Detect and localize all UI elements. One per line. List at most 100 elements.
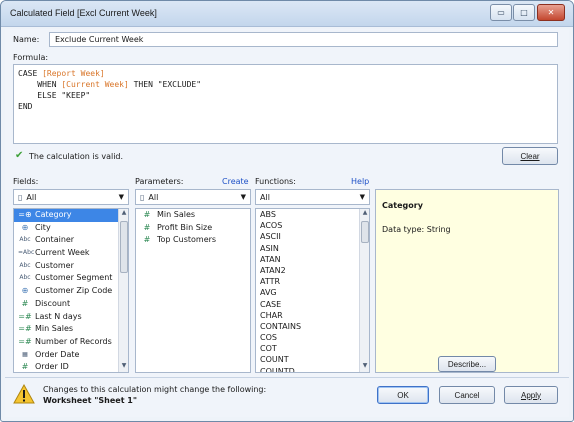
dimension-icon: Abc	[19, 236, 31, 244]
field-item[interactable]: # Discount	[14, 298, 128, 311]
function-item[interactable]: CASE	[256, 299, 369, 310]
fields-scroll-thumb[interactable]	[120, 221, 128, 273]
geo-icon: ⊕	[21, 286, 29, 296]
function-item[interactable]: COT	[256, 343, 369, 354]
functions-filter-select[interactable]: All ▼	[255, 189, 370, 205]
measure-icon: #	[143, 235, 151, 245]
functions-label: Functions:	[255, 177, 296, 186]
title-bar[interactable]: Calculated Field [Excl Current Week] ▭ □…	[1, 1, 573, 27]
formula-line: ELSE "KEEP"	[18, 90, 553, 101]
field-item[interactable]: =# Number of Records	[14, 336, 128, 349]
info-title: Category	[382, 201, 423, 210]
parameters-list[interactable]: # Min Sales # Profit Bin Size # Top Customers	[135, 208, 251, 373]
field-item[interactable]: ⊕ Customer Zip Code	[14, 285, 128, 298]
field-item-label: Category	[35, 210, 72, 219]
cancel-button-label: Cancel	[454, 390, 480, 400]
function-item[interactable]: ATAN2	[256, 265, 369, 276]
field-item[interactable]: # Order ID	[14, 361, 128, 372]
function-item[interactable]: AVG	[256, 287, 369, 298]
formula-field-reference: [Current Week]	[61, 80, 129, 89]
function-item[interactable]: ATTR	[256, 276, 369, 287]
create-parameter-link[interactable]: Create	[222, 177, 249, 186]
functions-scroll-thumb[interactable]	[361, 221, 369, 243]
field-item[interactable]: ▦ Order Date	[14, 349, 128, 362]
help-link[interactable]: Help	[351, 177, 369, 186]
fields-scrollbar[interactable]: ▲ ▼	[118, 209, 128, 372]
function-item[interactable]: ATAN	[256, 254, 369, 265]
parameter-item[interactable]: # Top Customers	[136, 234, 250, 247]
dialog-body: Name: Exclude Current Week Formula: CASE…	[5, 29, 569, 417]
parameter-item[interactable]: # Min Sales	[136, 209, 250, 222]
calculated-field-dialog: Calculated Field [Excl Current Week] ▭ □…	[0, 0, 574, 422]
parameter-item[interactable]: # Profit Bin Size	[136, 222, 250, 235]
measure-icon: #	[21, 298, 29, 308]
ok-button-label: OK	[397, 390, 409, 400]
field-item-label: Order ID	[35, 362, 69, 372]
scroll-up-icon[interactable]: ▲	[360, 209, 369, 219]
formula-token: ELSE "KEEP"	[18, 91, 91, 100]
functions-filter-value: All	[260, 192, 270, 202]
field-item[interactable]: =Abc Current Week	[14, 247, 128, 260]
clear-button[interactable]: Clear	[502, 147, 558, 165]
field-item[interactable]: =# Last N days	[14, 311, 128, 324]
measure-icon: #	[143, 210, 151, 219]
affected-worksheet: Worksheet "Sheet 1"	[43, 396, 138, 405]
function-item[interactable]: ACOS	[256, 220, 369, 231]
field-item[interactable]: Abc Container	[14, 234, 128, 247]
field-item[interactable]: Abc Customer	[14, 260, 128, 273]
function-item[interactable]: ABS	[256, 209, 369, 220]
close-button[interactable]: ✕	[537, 4, 565, 21]
function-item[interactable]: ASIN	[256, 243, 369, 254]
parameters-filter-select[interactable]: ▯ All ▼	[135, 189, 251, 205]
field-item-label: Customer	[35, 260, 74, 270]
maximize-button[interactable]: □	[513, 4, 535, 21]
minimize-button[interactable]: ▭	[490, 4, 512, 21]
describe-button[interactable]: Describe...	[438, 356, 496, 372]
ok-button[interactable]: OK	[377, 386, 429, 404]
function-item[interactable]: CHAR	[256, 310, 369, 321]
fields-list[interactable]: =⊕ Category ⊕ City Abc Container =Abc Current W…	[13, 208, 129, 373]
cancel-button[interactable]: Cancel	[439, 386, 495, 404]
checkmark-icon: ✔	[15, 150, 24, 161]
measure-icon: #	[21, 362, 29, 372]
field-item[interactable]: =# Min Sales	[14, 323, 128, 336]
footer-divider	[5, 377, 569, 378]
formula-token: THEN "EXCLUDE"	[128, 80, 202, 89]
field-item-label: Current Week	[35, 248, 90, 258]
functions-list[interactable]: ABS ACOS ASCII ASIN ATAN ATAN2 ATTR AVG CASE CHAR…	[255, 208, 370, 373]
fields-filter-select[interactable]: ▯ All ▼	[13, 189, 129, 205]
field-item[interactable]: =⊕ Category	[14, 209, 128, 222]
warning-icon	[13, 384, 35, 404]
formula-editor[interactable]: CASE [Report Week] WHEN [Current Week] T…	[13, 64, 558, 144]
field-item-label: City	[35, 222, 51, 232]
parameter-item-label: Profit Bin Size	[157, 222, 213, 232]
measure-icon: =#	[18, 336, 32, 346]
formula-label: Formula:	[13, 53, 49, 62]
field-item[interactable]: Abc Customer Segment	[14, 272, 128, 285]
apply-button[interactable]: Apply	[504, 386, 558, 404]
window-title: Calculated Field [Excl Current Week]	[10, 8, 157, 18]
chevron-down-icon: ▼	[359, 193, 365, 201]
field-item-label: Container	[35, 235, 75, 245]
warning-text: Changes to this calculation might change…	[43, 385, 267, 394]
function-item[interactable]: ASCII	[256, 231, 369, 242]
field-item[interactable]: ⊕ City	[14, 222, 128, 235]
field-item-label: Order Date	[35, 349, 80, 359]
scroll-down-icon[interactable]: ▼	[360, 362, 369, 372]
function-item[interactable]: COS	[256, 332, 369, 343]
fields-label: Fields:	[13, 177, 39, 186]
function-item[interactable]: COUNTD	[256, 366, 369, 372]
function-item[interactable]: CONTAINS	[256, 321, 369, 332]
scroll-up-icon[interactable]: ▲	[119, 209, 128, 219]
describe-button-label: Describe...	[447, 359, 487, 369]
formula-line: END	[18, 101, 553, 112]
maximize-icon: □	[520, 8, 528, 17]
function-item[interactable]: COUNT	[256, 354, 369, 365]
field-item-label: Customer Segment	[35, 273, 113, 283]
formula-line: WHEN [Current Week] THEN "EXCLUDE"	[18, 79, 553, 90]
functions-scrollbar[interactable]: ▲ ▼	[359, 209, 369, 372]
scroll-down-icon[interactable]: ▼	[119, 362, 128, 372]
name-label: Name:	[13, 35, 40, 44]
chevron-down-icon: ▼	[240, 193, 246, 201]
name-input[interactable]: Exclude Current Week	[49, 32, 558, 47]
